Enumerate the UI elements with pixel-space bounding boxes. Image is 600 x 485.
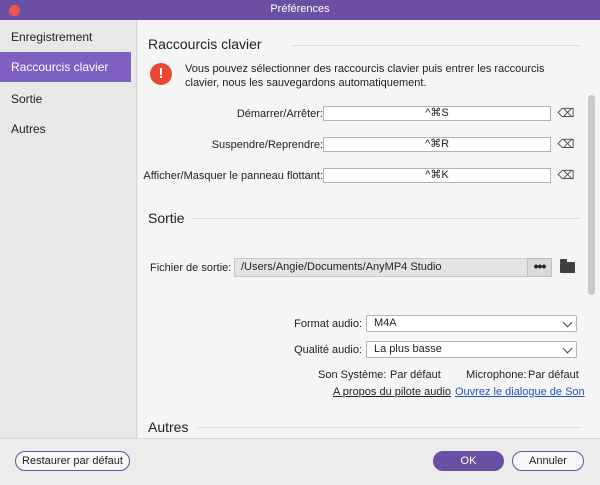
output-heading: Sortie: [148, 210, 185, 226]
audio-format-label: Format audio:: [294, 318, 362, 330]
audio-quality-select[interactable]: La plus basse: [366, 341, 577, 358]
clear-shortcut-icon[interactable]: ⌫: [556, 137, 576, 152]
shortcuts-info-text: Vous pouvez sélectionner des raccourcis …: [185, 63, 545, 89]
ok-button[interactable]: OK: [433, 451, 504, 471]
output-path-field[interactable]: /Users/Angie/Documents/AnyMP4 Studio: [234, 258, 552, 277]
sidebar-item-autres[interactable]: Autres: [0, 114, 131, 144]
audio-quality-value: La plus basse: [374, 343, 442, 355]
title-bar: Préférences: [0, 0, 600, 20]
microphone-value: Par défaut: [528, 369, 579, 381]
section-divider: [197, 427, 580, 428]
sidebar-item-sortie[interactable]: Sortie: [0, 84, 131, 114]
scrollbar[interactable]: [588, 95, 595, 295]
shortcuts-heading: Raccourcis clavier: [148, 36, 262, 52]
chevron-down-icon: [562, 343, 573, 354]
shortcut-label-floating-panel: Afficher/Masquer le panneau flottant:: [143, 170, 323, 182]
browse-button[interactable]: •••: [527, 258, 552, 277]
shortcut-field-floating-panel[interactable]: ^⌘K: [323, 168, 551, 183]
clear-shortcut-icon[interactable]: ⌫: [556, 106, 576, 121]
audio-format-select[interactable]: M4A: [366, 315, 577, 332]
sidebar: Enregistrement Raccourcis clavier Sortie…: [0, 20, 137, 438]
section-divider: [192, 218, 580, 219]
cancel-button[interactable]: Annuler: [512, 451, 584, 471]
audio-driver-link[interactable]: A propos du pilote audio: [333, 386, 451, 398]
warning-icon: !: [150, 63, 172, 85]
audio-format-value: M4A: [374, 317, 397, 329]
sound-dialog-link[interactable]: Ouvrez le dialogue de Son: [455, 386, 585, 398]
shortcut-label-pause-resume: Suspendre/Reprendre:: [211, 139, 323, 151]
shortcut-field-start-stop[interactable]: ^⌘S: [323, 106, 551, 121]
section-divider: [292, 45, 580, 46]
sidebar-item-raccourcis-clavier[interactable]: Raccourcis clavier: [0, 52, 131, 82]
system-sound-value: Par défaut: [390, 369, 441, 381]
others-heading: Autres: [148, 419, 189, 435]
audio-quality-label: Qualité audio:: [294, 344, 362, 356]
restore-defaults-button[interactable]: Restaurer par défaut: [15, 451, 130, 471]
chevron-down-icon: [562, 317, 573, 328]
system-sound-label: Son Système:: [318, 369, 387, 381]
shortcut-field-pause-resume[interactable]: ^⌘R: [323, 137, 551, 152]
shortcut-label-start-stop: Démarrer/Arrêter:: [236, 108, 323, 120]
folder-icon[interactable]: [560, 259, 575, 273]
clear-shortcut-icon[interactable]: ⌫: [556, 168, 576, 183]
window-title: Préférences: [270, 3, 330, 15]
microphone-label: Microphone:: [466, 369, 527, 381]
output-file-label: Fichier de sortie:: [150, 262, 232, 274]
sidebar-item-enregistrement[interactable]: Enregistrement: [0, 22, 131, 52]
